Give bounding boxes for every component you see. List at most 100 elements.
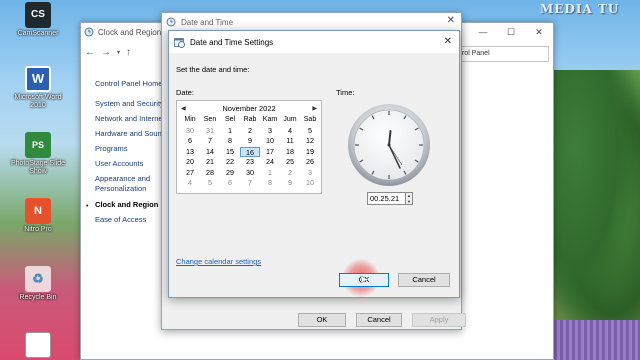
calendar-day-other-month[interactable]: 8 — [260, 178, 280, 189]
desktop-icon-label: Microsoft Word 2010 — [14, 94, 62, 109]
close-icon[interactable]: ✕ — [525, 23, 553, 41]
calendar-day[interactable]: 29 — [220, 168, 240, 179]
sidebar-item-home[interactable]: Control Panel Home — [95, 79, 165, 88]
desktop-flower-field — [548, 320, 640, 360]
back-arrow-icon[interactable]: ← — [85, 47, 95, 58]
desktop-icon-document[interactable] — [8, 332, 68, 360]
calendar-day[interactable]: 11 — [280, 136, 300, 147]
calendar-day-other-month[interactable]: 10 — [300, 178, 320, 189]
window-controls: — ☐ ✕ — [469, 23, 553, 41]
apply-button[interactable]: Apply — [412, 313, 466, 327]
time-spinner[interactable]: ▲ ▼ — [405, 192, 413, 205]
word-icon: W — [25, 66, 51, 92]
time-value: 00.25.21 — [370, 194, 400, 203]
calendar-day-selected[interactable]: 16 — [240, 146, 260, 157]
desktop-icon-recycle-bin[interactable]: ♻ Recycle Bin — [8, 266, 68, 302]
minimize-icon[interactable]: — — [469, 23, 497, 41]
calendar-day[interactable]: 1 — [220, 126, 240, 137]
calendar-day-other-month[interactable]: 2 — [280, 168, 300, 179]
calendar-day[interactable]: 23 — [240, 157, 260, 168]
watermark: MEDIA TU — [540, 2, 620, 16]
set-date-time-label: Set the date and time: — [176, 65, 250, 74]
analog-clock — [348, 104, 430, 186]
calendar-day[interactable]: 13 — [180, 147, 200, 158]
calendar-day-other-month[interactable]: 6 — [220, 178, 240, 189]
time-input[interactable]: 00.25.21 ▲ ▼ — [367, 192, 413, 205]
sidebar-item-appearance[interactable]: Appearance and Personalization — [95, 174, 165, 194]
calendar-day[interactable]: 6 — [180, 136, 200, 147]
calendar-day-other-month[interactable]: 4 — [180, 178, 200, 189]
desktop-icon-photostage[interactable]: PS PhotoStage Slide Show — [8, 132, 68, 176]
calendar-day-other-month[interactable]: 9 — [280, 178, 300, 189]
sidebar-item-system-security[interactable]: System and Security — [95, 99, 165, 108]
cancel-button[interactable]: Cancel — [356, 313, 402, 327]
next-month-icon[interactable]: ▶ — [312, 105, 317, 112]
desktop-icon-label: PhotoStage Slide Show — [10, 160, 66, 175]
desktop-icon-label: Nitro Pro — [24, 226, 52, 233]
close-icon[interactable]: ✕ — [444, 36, 452, 47]
calendar-day-other-month[interactable]: 30 — [180, 126, 200, 137]
calendar-day[interactable]: 4 — [280, 126, 300, 137]
sidebar-item-hardware[interactable]: Hardware and Sound — [95, 129, 165, 138]
calendar-day-other-month[interactable]: 1 — [260, 168, 280, 179]
calendar-day[interactable]: 8 — [220, 136, 240, 147]
calendar-day[interactable]: 22 — [220, 157, 240, 168]
time-label: Time: — [336, 88, 355, 97]
desktop-icon-nitro[interactable]: N Nitro Pro — [8, 198, 68, 234]
calendar-grid: Min Sen Sel Rab Kam Jum Sab 30 31 1 2 3 4 5 6 7 8 9 10 11 12… — [180, 115, 321, 189]
calendar-day[interactable]: 28 — [200, 168, 220, 179]
calendar-day[interactable]: 20 — [180, 157, 200, 168]
sidebar-item-network[interactable]: Network and Internet — [95, 114, 165, 123]
weekday-header: Rab — [243, 116, 257, 123]
maximize-icon[interactable]: ☐ — [497, 23, 525, 41]
sidebar-item-user-accounts[interactable]: User Accounts — [95, 159, 165, 168]
dropdown-icon[interactable]: ▾ — [117, 49, 120, 56]
desktop-icon-word[interactable]: W Microsoft Word 2010 — [8, 66, 68, 110]
calendar-month[interactable]: November 2022 — [222, 104, 275, 113]
calendar-day[interactable]: 18 — [280, 147, 300, 158]
calendar-day[interactable]: 24 — [260, 157, 280, 168]
calendar-day-other-month[interactable]: 7 — [240, 178, 260, 189]
close-icon[interactable]: ✕ — [447, 15, 455, 26]
calendar-day[interactable]: 5 — [300, 126, 320, 137]
calendar-day[interactable]: 15 — [220, 147, 240, 158]
search-input[interactable]: rol Panel — [459, 46, 549, 62]
calendar: ◀ November 2022 ▶ Min Sen Sel Rab Kam Jum Sab 3… — [176, 100, 322, 194]
date-time-title: Date and Time — [181, 17, 234, 27]
control-panel-title: Clock and Region — [98, 27, 162, 37]
calendar-day[interactable]: 10 — [260, 136, 280, 147]
change-calendar-settings-link[interactable]: Change calendar settings — [176, 257, 261, 266]
calendar-day[interactable]: 12 — [300, 136, 320, 147]
sidebar-item-programs[interactable]: Programs — [95, 144, 165, 153]
weekday-header: Sen — [203, 116, 217, 123]
calendar-day[interactable]: 17 — [260, 147, 280, 158]
calendar-day[interactable]: 27 — [180, 168, 200, 179]
calendar-day-other-month[interactable]: 31 — [200, 126, 220, 137]
calendar-day[interactable]: 2 — [240, 126, 260, 137]
sidebar-item-clock-region[interactable]: Clock and Region — [95, 200, 165, 209]
forward-arrow-icon[interactable]: → — [101, 47, 111, 58]
desktop-icon-camscanner[interactable]: CS CamScanner — [8, 2, 68, 38]
photostage-icon: PS — [25, 132, 51, 158]
calendar-day[interactable]: 26 — [300, 157, 320, 168]
calendar-day[interactable]: 3 — [260, 126, 280, 137]
calendar-day[interactable]: 19 — [300, 147, 320, 158]
ok-button[interactable]: OK — [298, 313, 346, 327]
calendar-day[interactable]: 7 — [200, 136, 220, 147]
spin-down-icon[interactable]: ▼ — [406, 199, 412, 205]
desktop-icon-label: Recycle Bin — [19, 294, 57, 301]
up-arrow-icon[interactable]: ↑ — [126, 47, 131, 58]
settings-titlebar: Date and Time Settings — [169, 31, 459, 53]
calendar-day-other-month[interactable]: 3 — [300, 168, 320, 179]
calendar-day[interactable]: 9 — [240, 136, 260, 147]
sidebar-item-ease-of-access[interactable]: Ease of Access — [95, 215, 165, 224]
prev-month-icon[interactable]: ◀ — [181, 105, 186, 112]
calendar-day[interactable]: 25 — [280, 157, 300, 168]
calendar-day[interactable]: 21 — [200, 157, 220, 168]
calendar-day[interactable]: 30 — [240, 168, 260, 179]
calendar-day-other-month[interactable]: 5 — [200, 178, 220, 189]
clock-icon — [166, 17, 176, 27]
date-time-buttons: OK Cancel Apply — [298, 313, 466, 327]
calendar-day[interactable]: 14 — [200, 147, 220, 158]
settings-cancel-button[interactable]: Cancel — [398, 273, 450, 287]
